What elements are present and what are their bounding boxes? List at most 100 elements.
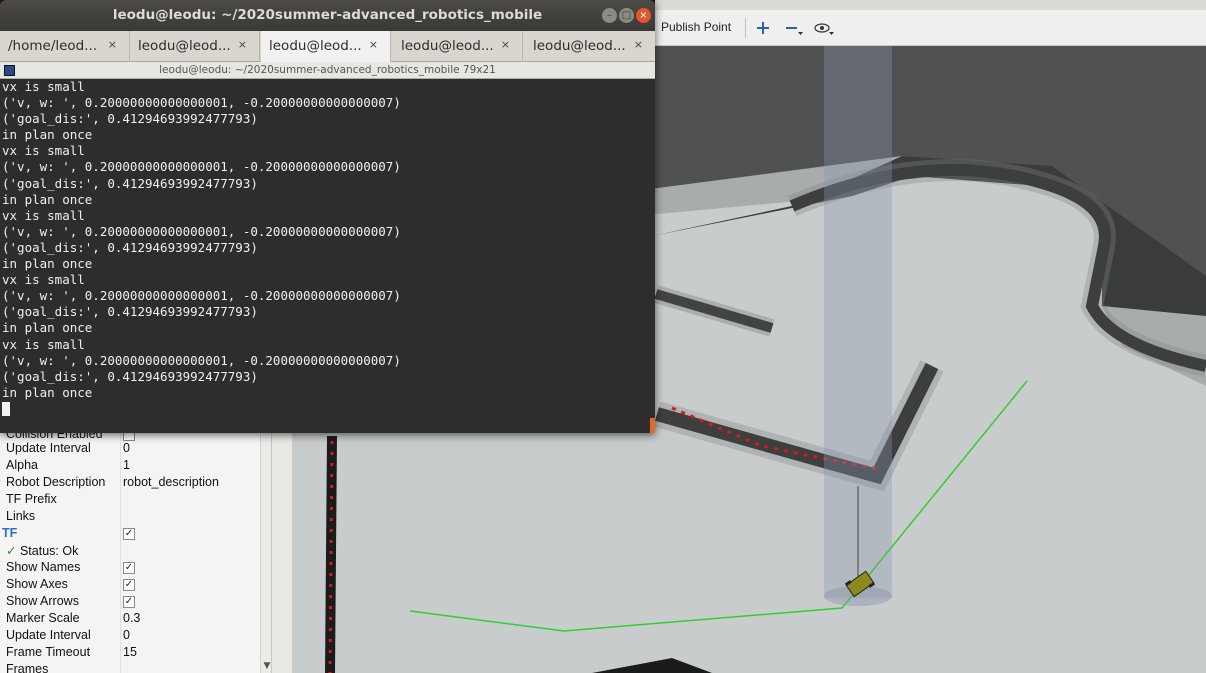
status-row[interactable]: ✓ Status: Ok: [0, 543, 260, 560]
terminal-line: in plan once: [2, 256, 93, 272]
map-wall-left: [325, 435, 337, 673]
terminal-line: ('goal_dis:', 0.41294693992477793): [2, 304, 258, 320]
terminal-line: ('v, w: ', 0.20000000000000001, -0.20000…: [2, 159, 401, 175]
terminal-line: ('v, w: ', 0.20000000000000001, -0.20000…: [2, 223, 401, 239]
tab-label: leodu@leod...: [138, 38, 231, 54]
display-row[interactable]: Update Interval 0: [0, 441, 260, 458]
property-key: TF Prefix: [6, 492, 57, 506]
panel-splitter[interactable]: [272, 420, 292, 673]
maximize-icon[interactable]: □: [619, 8, 634, 23]
property-key: Show Axes: [6, 577, 68, 591]
tab-label: /home/leod...: [8, 38, 98, 54]
display-row[interactable]: Marker Scale 0.3: [0, 611, 260, 628]
property-key: Frame Timeout: [6, 645, 91, 659]
terminal-line: vx is small: [2, 207, 85, 223]
terminal-line: ('goal_dis:', 0.41294693992477793): [2, 239, 258, 255]
displays-panel: Collision Enabled Update Interval 0 Alph…: [0, 420, 272, 673]
terminal-tab-bar: /home/leod... × leodu@leod... × leodu@le…: [0, 31, 655, 62]
terminal-line: vx is small: [2, 79, 85, 94]
tab-close-icon[interactable]: ×: [369, 38, 378, 51]
terminal-line: in plan once: [2, 320, 93, 336]
display-row[interactable]: Update Interval 0: [0, 628, 260, 645]
resize-handle[interactable]: [650, 418, 655, 433]
tf-display-name: TF: [2, 526, 18, 540]
display-row[interactable]: Frame Timeout 15: [0, 645, 260, 662]
terminal-subtitle-bar: leodu@leodu: ~/2020summer-advanced_robot…: [0, 62, 655, 79]
scroll-down-arrow-icon[interactable]: ▼: [262, 661, 271, 671]
terminal-tab[interactable]: leodu@leod... ×: [393, 31, 523, 62]
terminal-tab[interactable]: /home/leod... ×: [0, 31, 130, 62]
terminal-line: ('goal_dis:', 0.41294693992477793): [2, 368, 258, 384]
display-row[interactable]: Frames: [0, 662, 260, 673]
terminal-line: ('v, w: ', 0.20000000000000001, -0.20000…: [2, 95, 401, 111]
tf-display-row[interactable]: TF ✓: [0, 526, 260, 543]
terminal-line: vx is small: [2, 272, 85, 288]
display-row[interactable]: Alpha 1: [0, 458, 260, 475]
tab-close-icon[interactable]: ×: [238, 38, 247, 51]
display-row[interactable]: Links: [0, 509, 260, 526]
move-camera-plus-icon[interactable]: [753, 18, 773, 38]
tab-label: leodu@leod...: [533, 38, 626, 54]
property-value[interactable]: robot_description: [123, 475, 219, 489]
desktop: Publish Point Collision Enabled Update I…: [0, 0, 1206, 673]
display-row[interactable]: Robot Description robot_description: [0, 475, 260, 492]
checkbox[interactable]: ✓: [123, 596, 135, 608]
property-key: Links: [6, 509, 36, 523]
tab-close-icon[interactable]: ×: [634, 38, 643, 51]
panel-scrollbar[interactable]: ▼: [260, 420, 271, 673]
display-row[interactable]: Show Arrows ✓: [0, 594, 260, 611]
property-value[interactable]: 1: [123, 458, 130, 472]
terminal-line: ('goal_dis:', 0.41294693992477793): [2, 175, 258, 191]
minimize-icon[interactable]: –: [602, 8, 617, 23]
rviz-toolbar: Publish Point: [655, 10, 1206, 46]
property-key: Marker Scale: [6, 611, 80, 625]
property-key: Show Arrows: [6, 594, 79, 608]
terminal-line: vx is small: [2, 336, 85, 352]
terminal-cursor: [2, 402, 10, 417]
terminal-line: in plan once: [2, 384, 93, 400]
checkmark-icon: ✓: [6, 544, 17, 558]
display-row[interactable]: Show Axes ✓: [0, 577, 260, 594]
terminal-line: in plan once: [2, 127, 93, 143]
terminal-window[interactable]: leodu@leodu: ~/2020summer-advanced_robot…: [0, 0, 655, 433]
checkbox[interactable]: ✓: [123, 579, 135, 591]
terminal-prompt-line[interactable]: [2, 401, 655, 417]
property-key: Update Interval: [6, 441, 91, 455]
property-key: Robot Description: [6, 475, 106, 489]
status-ok-row: ✓ Status: Ok: [6, 543, 78, 558]
toolbar-separator: [745, 18, 746, 38]
property-value[interactable]: 0: [123, 628, 130, 642]
checkbox[interactable]: ✓: [123, 562, 135, 574]
terminal-line: in plan once: [2, 191, 93, 207]
tf-enable-checkbox[interactable]: ✓: [123, 528, 135, 540]
display-row[interactable]: TF Prefix: [0, 492, 260, 509]
status-label: Status: Ok: [19, 544, 79, 558]
tab-close-icon[interactable]: ×: [108, 38, 117, 51]
terminal-window-title: leodu@leodu: ~/2020summer-advanced_robot…: [112, 7, 543, 23]
property-key: Frames: [6, 662, 49, 673]
property-value[interactable]: 15: [123, 645, 137, 659]
tab-close-icon[interactable]: ×: [501, 38, 510, 51]
terminal-titlebar[interactable]: leodu@leodu: ~/2020summer-advanced_robot…: [0, 0, 655, 31]
eye-icon[interactable]: [813, 18, 834, 38]
tab-label: leodu@leod...: [269, 38, 362, 54]
tab-label: leodu@leod...: [401, 38, 494, 54]
terminal-tab[interactable]: leodu@leod... ×: [130, 31, 260, 62]
property-key: Alpha: [6, 458, 38, 472]
terminal-line: ('v, w: ', 0.20000000000000001, -0.20000…: [2, 288, 401, 304]
terminal-output[interactable]: vx is small ('v, w: ', 0.200000000000000…: [0, 79, 655, 433]
publish-point-tool[interactable]: Publish Point: [661, 20, 731, 34]
property-key: Show Names: [6, 560, 81, 574]
minus-icon[interactable]: [783, 18, 803, 38]
terminal-tab[interactable]: leodu@leod... ×: [525, 31, 655, 62]
close-icon[interactable]: ×: [636, 8, 651, 23]
terminal-line: ('v, w: ', 0.20000000000000001, -0.20000…: [2, 352, 401, 368]
property-key: Update Interval: [6, 628, 91, 642]
terminal-subtitle: leodu@leodu: ~/2020summer-advanced_robot…: [159, 64, 496, 76]
display-row[interactable]: Show Names ✓: [0, 560, 260, 577]
property-value[interactable]: 0.3: [123, 611, 140, 625]
terminal-line: ('goal_dis:', 0.41294693992477793): [2, 111, 258, 127]
property-value[interactable]: 0: [123, 441, 130, 455]
terminal-tab-active[interactable]: leodu@leod... ×: [261, 31, 391, 62]
terminal-line: vx is small: [2, 143, 85, 159]
